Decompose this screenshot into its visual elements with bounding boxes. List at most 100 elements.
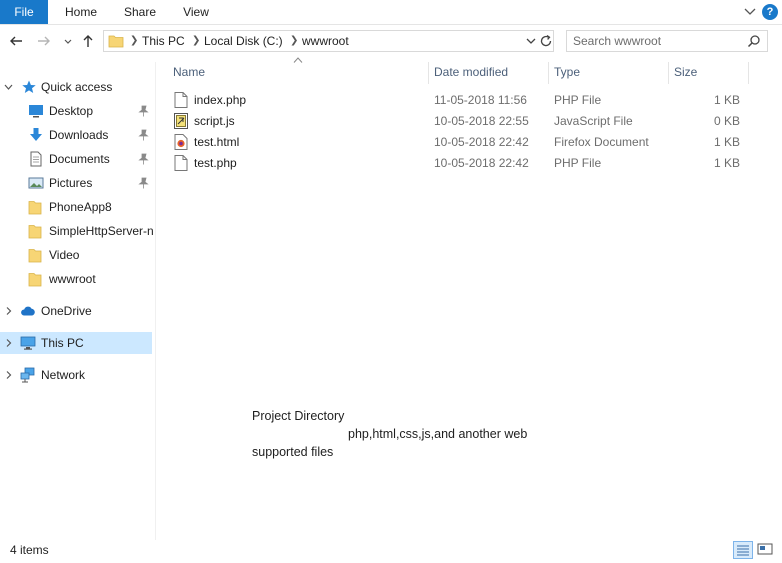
table-row[interactable]: test.php 10-05-2018 22:42 PHP File 1 KB <box>166 153 766 174</box>
file-date-modified: 10-05-2018 22:55 <box>434 114 529 128</box>
php-file-icon <box>174 92 188 108</box>
desktop-icon <box>29 105 43 118</box>
item-count: 4 items <box>10 543 49 557</box>
sidebar-item-pictures[interactable]: Pictures <box>0 172 152 194</box>
table-row[interactable]: test.html 10-05-2018 22:42 Firefox Docum… <box>166 132 766 153</box>
sidebar-item-wwwroot[interactable]: wwwroot <box>0 268 152 290</box>
pin-icon[interactable] <box>138 105 149 117</box>
refresh-icon[interactable] <box>538 33 554 49</box>
tab-share[interactable]: Share <box>118 0 162 24</box>
column-divider[interactable] <box>748 62 749 84</box>
document-icon <box>30 151 42 167</box>
js-file-icon <box>174 113 188 129</box>
pictures-icon <box>28 177 44 189</box>
details-view-icon <box>737 545 749 556</box>
file-size: 1 KB <box>713 135 740 149</box>
file-type: Firefox Document <box>554 135 649 149</box>
forward-arrow-icon[interactable] <box>36 33 52 49</box>
pin-icon[interactable] <box>138 153 149 165</box>
file-size: 0 KB <box>713 114 740 128</box>
expand-ribbon-chevron-icon[interactable] <box>742 3 758 19</box>
up-arrow-icon[interactable] <box>80 33 96 49</box>
sidebar-item-simplehttpserver[interactable]: SimpleHttpServer-n <box>0 220 154 242</box>
collapsed-chevron-icon[interactable] <box>4 338 13 348</box>
network-icon <box>20 367 35 383</box>
breadcrumb-local-disk[interactable]: Local Disk (C:) <box>204 31 283 51</box>
file-date-modified: 11-05-2018 11:56 <box>434 93 527 107</box>
pin-icon[interactable] <box>138 177 149 189</box>
details-view-button[interactable] <box>733 541 753 559</box>
sidebar-item-network[interactable]: Network <box>0 364 152 386</box>
ribbon-tab-bar: File Home Share View ? <box>0 0 782 25</box>
column-divider[interactable] <box>668 62 669 84</box>
folder-icon <box>28 249 42 263</box>
sidebar-item-downloads[interactable]: Downloads <box>0 124 152 146</box>
large-icons-view-button[interactable] <box>756 541 776 559</box>
column-header-name[interactable]: Name <box>173 62 205 84</box>
address-bar[interactable]: ❯ This PC ❯ Local Disk (C:) ❯ wwwroot <box>103 30 554 52</box>
search-icon[interactable] <box>747 34 761 48</box>
file-type: PHP File <box>554 156 602 170</box>
sidebar-label: wwwroot <box>49 272 96 286</box>
column-divider[interactable] <box>428 62 429 84</box>
back-arrow-icon[interactable] <box>8 33 24 49</box>
annotation-text: Project Directory <box>252 409 345 423</box>
column-divider[interactable] <box>548 62 549 84</box>
star-icon <box>22 80 36 93</box>
sidebar-label: Pictures <box>49 176 93 190</box>
column-header-size[interactable]: Size <box>674 62 697 84</box>
column-header-date-modified[interactable]: Date modified <box>434 62 508 84</box>
tab-file[interactable]: File <box>0 0 48 24</box>
pin-icon[interactable] <box>138 129 149 141</box>
file-type: JavaScript File <box>554 114 633 128</box>
sidebar-item-phoneapp8[interactable]: PhoneApp8 <box>0 196 152 218</box>
status-bar: 4 items <box>0 540 782 563</box>
expanded-chevron-icon[interactable] <box>4 82 13 92</box>
sidebar-item-onedrive[interactable]: OneDrive <box>0 300 152 322</box>
column-header-type[interactable]: Type <box>554 62 580 84</box>
cloud-icon <box>21 306 35 316</box>
folder-icon <box>28 273 42 287</box>
sidebar-item-desktop[interactable]: Desktop <box>0 100 152 122</box>
sort-ascending-icon <box>293 57 303 63</box>
large-icons-view-icon <box>757 543 773 555</box>
sidebar-item-quick-access[interactable]: Quick access <box>0 76 152 98</box>
sidebar-label: Network <box>41 368 86 382</box>
sidebar-label: Downloads <box>49 128 109 142</box>
file-list: Name Date modified Type Size index.php 1… <box>156 57 782 540</box>
table-row[interactable]: index.php 11-05-2018 11:56 PHP File 1 KB <box>166 90 766 111</box>
sidebar-item-documents[interactable]: Documents <box>0 148 152 170</box>
annotation-text: supported files <box>252 445 334 459</box>
sidebar-label: PhoneApp8 <box>49 200 112 214</box>
tab-home[interactable]: Home <box>58 0 104 24</box>
sidebar-item-this-pc[interactable]: This PC <box>0 332 152 354</box>
file-type: PHP File <box>554 93 602 107</box>
collapsed-chevron-icon[interactable] <box>4 306 13 316</box>
file-name: test.html <box>194 135 240 149</box>
search-box[interactable] <box>566 30 768 52</box>
sidebar-label: Desktop <box>49 104 94 118</box>
sidebar-label: OneDrive <box>41 304 92 318</box>
breadcrumb-wwwroot[interactable]: wwwroot <box>302 31 349 51</box>
file-name: script.js <box>194 114 235 128</box>
search-input[interactable] <box>573 33 743 49</box>
sidebar-label: Quick access <box>41 80 113 94</box>
sidebar-item-video[interactable]: Video <box>0 244 152 266</box>
address-dropdown-chevron-icon[interactable] <box>524 34 538 48</box>
folder-icon <box>28 201 42 215</box>
table-row[interactable]: script.js 10-05-2018 22:55 JavaScript Fi… <box>166 111 766 132</box>
file-date-modified: 10-05-2018 22:42 <box>434 135 529 149</box>
sidebar-label: Documents <box>49 152 110 166</box>
sidebar-label: Video <box>49 248 80 262</box>
breadcrumb-separator-icon: ❯ <box>130 35 139 46</box>
file-name: test.php <box>194 156 237 170</box>
tab-view[interactable]: View <box>176 0 216 24</box>
download-arrow-icon <box>30 128 42 141</box>
collapsed-chevron-icon[interactable] <box>4 370 13 380</box>
recent-locations-chevron-icon[interactable] <box>62 33 74 49</box>
breadcrumb-this-pc[interactable]: This PC <box>142 31 185 51</box>
php-file-icon <box>174 155 188 171</box>
help-icon[interactable]: ? <box>762 4 778 20</box>
file-size: 1 KB <box>713 93 740 107</box>
file-name: index.php <box>194 93 247 107</box>
